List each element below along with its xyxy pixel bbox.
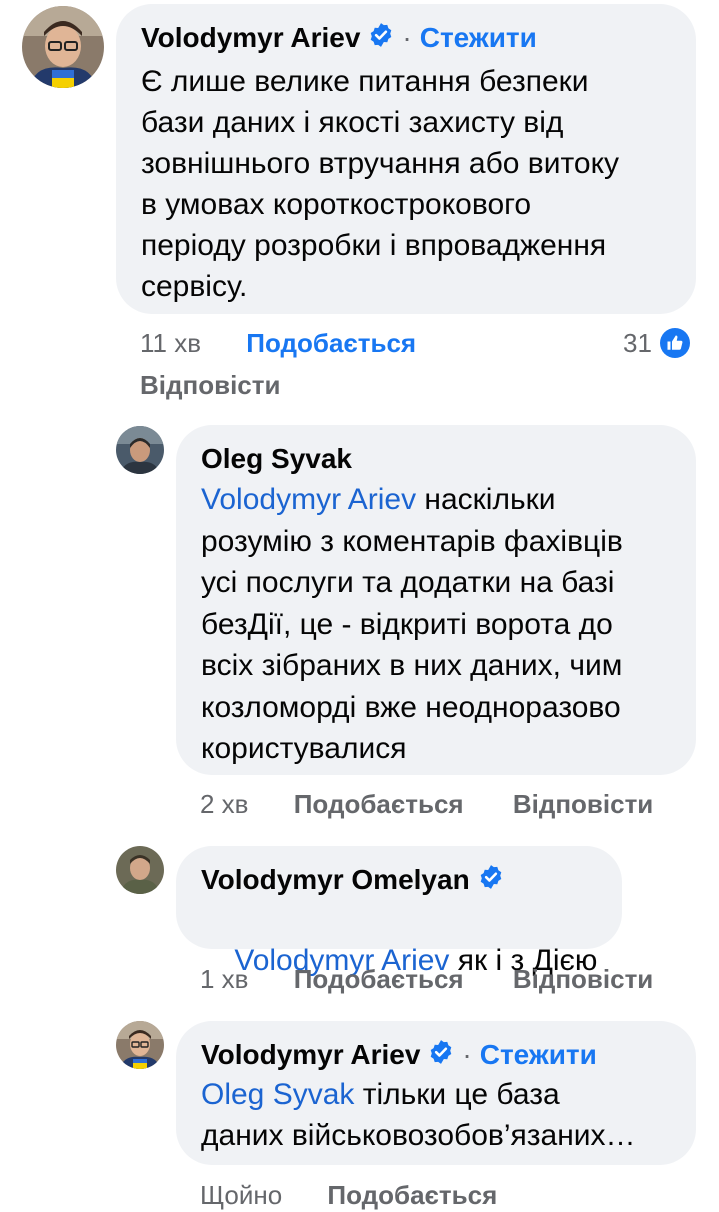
avatar-image <box>116 426 164 474</box>
comment-actions: Щойно Подобається <box>200 1180 497 1212</box>
comment-time[interactable]: 2 хв <box>200 789 249 819</box>
comment-text: Є лише велике питання безпеки бази даних… <box>141 65 620 303</box>
like-button[interactable]: Подобається <box>327 1180 497 1210</box>
mention-link[interactable]: Oleg Syvak <box>201 1078 354 1111</box>
avatar-oleg-syvak[interactable] <box>116 426 164 474</box>
comment-time[interactable]: Щойно <box>200 1180 282 1210</box>
comment-bubble: Volodymyr Ariev · Стежити Є лише велике … <box>116 4 696 314</box>
comment-text-rest: розумію з коментарів фахівців усі послуг… <box>201 524 623 766</box>
comment-time[interactable]: 1 хв <box>200 964 249 994</box>
reply-button[interactable]: Відповісти <box>513 964 653 994</box>
like-button[interactable]: Подобається <box>294 789 464 819</box>
avatar-volodymyr-omelyan[interactable] <box>116 846 164 894</box>
comment-author[interactable]: Volodymyr Ariev <box>201 1039 420 1071</box>
comment-author[interactable]: Oleg Syvak <box>201 443 352 475</box>
mention-link[interactable]: Volodymyr Ariev <box>201 483 416 516</box>
verified-badge-icon <box>368 22 394 55</box>
comment-text: Oleg Syvak тільки це база даних військов… <box>201 1074 672 1156</box>
comment-author[interactable]: Volodymyr Omelyan <box>201 864 470 896</box>
comment-text: Volodymyr Ariev як і з Дією <box>201 899 598 1022</box>
like-button[interactable]: Подобається <box>294 964 464 994</box>
avatar-image <box>22 6 104 88</box>
comment-time[interactable]: 11 хв <box>140 328 201 358</box>
follow-button[interactable]: Стежити <box>480 1039 597 1071</box>
like-reaction-icon <box>659 328 690 358</box>
separator-dot: · <box>402 22 412 53</box>
avatar-image <box>116 846 164 894</box>
comment-author[interactable]: Volodymyr Ariev <box>141 22 360 54</box>
comment-bubble: Volodymyr Omelyan Volodymyr Ariev як і з… <box>176 846 622 977</box>
verified-badge-icon <box>478 864 504 897</box>
comment-text: Volodymyr Ariev наскільки розумію з коме… <box>201 479 672 770</box>
comment-text-start: тільки це база <box>354 1078 560 1111</box>
like-button[interactable]: Подобається <box>246 328 416 358</box>
comment-bubble: Oleg Syvak Volodymyr Ariev наскільки роз… <box>176 425 696 775</box>
reaction-count: 31 <box>623 327 652 358</box>
comment-actions: 1 хв Подобається Відповісти <box>200 964 653 996</box>
follow-button[interactable]: Стежити <box>420 22 537 54</box>
avatar-volodymyr-ariev[interactable] <box>116 1021 164 1069</box>
separator-dot: · <box>462 1039 472 1070</box>
avatar-image <box>116 1021 164 1069</box>
verified-badge-icon <box>428 1039 454 1072</box>
comment-text-rest: даних військовозобов’язаних… <box>201 1119 636 1152</box>
comment-actions: 2 хв Подобається Відповісти <box>200 789 653 821</box>
avatar-volodymyr-ariev[interactable] <box>22 6 104 88</box>
comment-actions: 11 хв Подобається <box>140 328 416 360</box>
comment-bubble: Volodymyr Ariev · Стежити Oleg Syvak тіл… <box>176 1021 696 1165</box>
comment-text-start: наскільки <box>416 483 556 516</box>
reply-button[interactable]: Відповісти <box>513 789 653 819</box>
reaction-summary[interactable]: 31 <box>623 327 690 359</box>
reply-button[interactable]: Відповісти <box>140 370 280 401</box>
